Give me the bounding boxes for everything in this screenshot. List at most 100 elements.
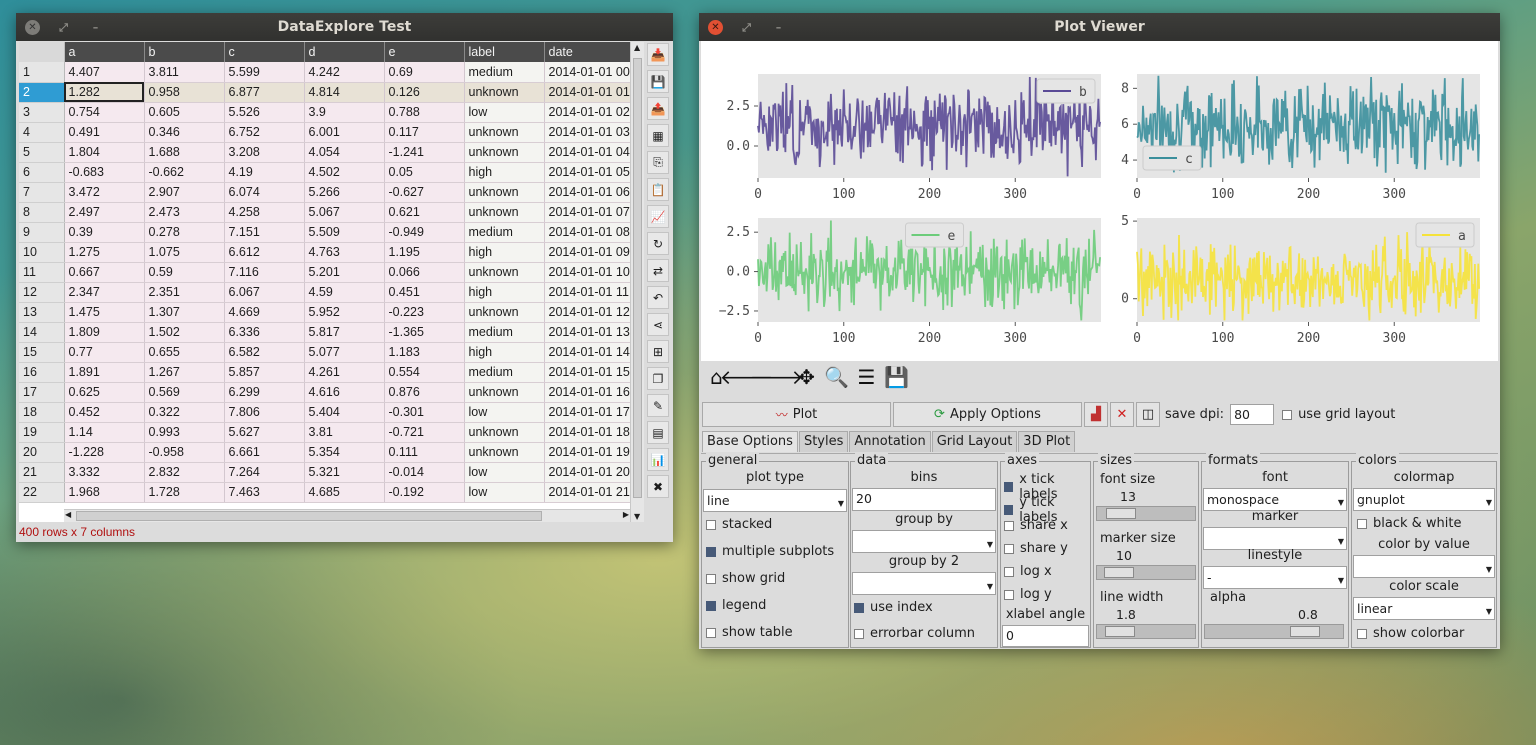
table-cell[interactable]: 6.299 — [224, 382, 305, 403]
table-cell[interactable]: 0.69 — [384, 62, 465, 83]
scroll-left-icon[interactable]: ◀ — [65, 510, 71, 519]
table-row[interactable]: 14 1.809 1.502 6.336 5.817 -1.365 medium 2014-0… — [19, 322, 631, 343]
column-header-label[interactable]: label — [464, 42, 545, 62]
table-cell[interactable]: 7.151 — [224, 222, 305, 243]
table-row[interactable]: 12 2.347 2.351 6.067 4.59 0.451 high 2014-01-01… — [19, 282, 631, 303]
table-cell[interactable]: 2014-01-01 07 — [544, 202, 631, 223]
table-cell[interactable]: 2.473 — [144, 202, 225, 223]
table-cell[interactable]: 0.346 — [144, 122, 225, 143]
table-cell[interactable]: 0.126 — [384, 82, 465, 103]
show-colorbar-checkbox[interactable]: show colorbar — [1357, 626, 1464, 641]
data-table[interactable]: a b c d e label date 1 4.407 3.811 5.599 4.242 0.69… — [19, 42, 644, 522]
table-cell[interactable]: 2014-01-01 08 — [544, 222, 631, 243]
table-cell[interactable]: high — [464, 342, 545, 363]
table-cell[interactable]: 1.183 — [384, 342, 465, 363]
table-cell[interactable]: 0.754 — [64, 102, 145, 123]
table-cell[interactable]: 0.451 — [384, 282, 465, 303]
table-cell[interactable]: 3.472 — [64, 182, 145, 203]
table-cell[interactable]: 4.19 — [224, 162, 305, 183]
table-row[interactable]: 5 1.804 1.688 3.208 4.054 -1.241 unknown 2014-0… — [19, 142, 631, 163]
table-cell[interactable]: -0.662 — [144, 162, 225, 183]
scroll-right-icon[interactable]: ▶ — [623, 510, 629, 519]
table-cell[interactable]: 0.05 — [384, 162, 465, 183]
table-cell[interactable]: 0.958 — [144, 82, 225, 103]
table-cell[interactable]: 4.242 — [304, 62, 385, 83]
table-corner[interactable] — [19, 42, 65, 62]
row-header[interactable]: 6 — [19, 162, 65, 183]
row-header[interactable]: 21 — [19, 462, 65, 483]
table-cell[interactable]: 0.554 — [384, 362, 465, 383]
multiple-subplots-checkbox[interactable]: multiple subplots — [706, 544, 834, 559]
table-cell[interactable]: -0.301 — [384, 402, 465, 423]
table-cell[interactable]: 4.258 — [224, 202, 305, 223]
line-width-slider[interactable] — [1096, 624, 1196, 639]
table-cell[interactable]: 7.264 — [224, 462, 305, 483]
table-cell[interactable]: 1.688 — [144, 142, 225, 163]
font-size-slider[interactable] — [1096, 506, 1196, 521]
table-cell[interactable]: 5.857 — [224, 362, 305, 383]
plot-viewer-titlebar[interactable]: ✕ ⤢ – Plot Viewer — [699, 13, 1500, 41]
column-header-c[interactable]: c — [224, 42, 305, 62]
table-row[interactable]: 2 1.282 0.958 6.877 4.814 0.126 unknown 2014-01… — [19, 82, 631, 103]
table-cell[interactable]: 4.502 — [304, 162, 385, 183]
table-cell[interactable]: 2014-01-01 21 — [544, 482, 631, 503]
table-cell[interactable]: 2.347 — [64, 282, 145, 303]
table-cell[interactable]: 5.526 — [224, 102, 305, 123]
checkbox-box[interactable] — [1282, 409, 1293, 420]
linestyle-select[interactable]: - ▼ — [1203, 566, 1347, 589]
checkbox-box[interactable] — [1004, 505, 1014, 515]
table-cell[interactable]: -0.721 — [384, 422, 465, 443]
row-header[interactable]: 12 — [19, 282, 65, 303]
table-cell[interactable]: 5.627 — [224, 422, 305, 443]
table-cell[interactable]: 0.621 — [384, 202, 465, 223]
table-cell[interactable]: 0.278 — [144, 222, 225, 243]
table-cell[interactable]: 0.993 — [144, 422, 225, 443]
table-cell[interactable]: low — [464, 402, 545, 423]
row-header[interactable]: 19 — [19, 422, 65, 443]
tab-grid-layout[interactable]: Grid Layout — [931, 431, 1018, 452]
row-header[interactable]: 9 — [19, 222, 65, 243]
color-by-value-select[interactable]: ▼ — [1353, 555, 1495, 578]
close-icon[interactable]: ✕ — [25, 20, 40, 35]
column-header-date[interactable]: date — [544, 42, 631, 62]
configure-subplots-icon[interactable]: ☰ — [853, 363, 880, 390]
table-cell[interactable]: 2014-01-01 14 — [544, 342, 631, 363]
row-header[interactable]: 10 — [19, 242, 65, 263]
log-y-checkbox[interactable]: log y — [1004, 587, 1052, 602]
zoom-icon[interactable]: 🔍 — [823, 363, 850, 390]
table-cell[interactable]: 2014-01-01 06 — [544, 182, 631, 203]
table-cell[interactable]: 5.817 — [304, 322, 385, 343]
table-cell[interactable]: 2014-01-01 05 — [544, 162, 631, 183]
table-cell[interactable]: unknown — [464, 382, 545, 403]
row-header[interactable]: 1 — [19, 62, 65, 83]
checkbox-box[interactable] — [1004, 520, 1014, 531]
table-cell[interactable]: 0.452 — [64, 402, 145, 423]
tab-styles[interactable]: Styles — [798, 431, 849, 452]
import-icon[interactable]: 📥 — [647, 43, 669, 66]
table-cell[interactable]: 6.067 — [224, 282, 305, 303]
table-cell[interactable]: 6.001 — [304, 122, 385, 143]
checkbox-box[interactable] — [1004, 543, 1014, 554]
stacked-checkbox[interactable]: stacked — [706, 517, 772, 532]
horizontal-scrollbar[interactable]: ◀ ▶ — [64, 509, 630, 522]
checkbox-box[interactable] — [706, 627, 716, 638]
row-header[interactable]: 22 — [19, 482, 65, 503]
row-header[interactable]: 14 — [19, 322, 65, 343]
table-cell[interactable]: -0.949 — [384, 222, 465, 243]
table-cell[interactable]: 2014-01-01 12 — [544, 302, 631, 323]
checkbox-box[interactable] — [1357, 628, 1367, 639]
pivot-icon[interactable]: ⊞ — [647, 340, 669, 363]
table-cell[interactable]: 2014-01-01 20 — [544, 462, 631, 483]
table-row[interactable]: 16 1.891 1.267 5.857 4.261 0.554 medium 2014-01… — [19, 362, 631, 383]
table-cell[interactable]: 2014-01-01 01 — [544, 82, 631, 103]
row-header[interactable]: 2 — [19, 82, 65, 103]
table-row[interactable]: 4 0.491 0.346 6.752 6.001 0.117 unknown 2014-01… — [19, 122, 631, 143]
chart-icon[interactable]: 📊 — [647, 448, 669, 471]
chevron-down-icon[interactable]: ▼ — [1486, 492, 1492, 513]
chevron-down-icon[interactable]: ▼ — [987, 534, 993, 555]
table-cell[interactable]: 4.616 — [304, 382, 385, 403]
legend-checkbox[interactable]: legend — [706, 598, 766, 613]
table-cell[interactable]: 0.788 — [384, 102, 465, 123]
table-cell[interactable]: unknown — [464, 142, 545, 163]
table-cell[interactable]: 0.77 — [64, 342, 145, 363]
